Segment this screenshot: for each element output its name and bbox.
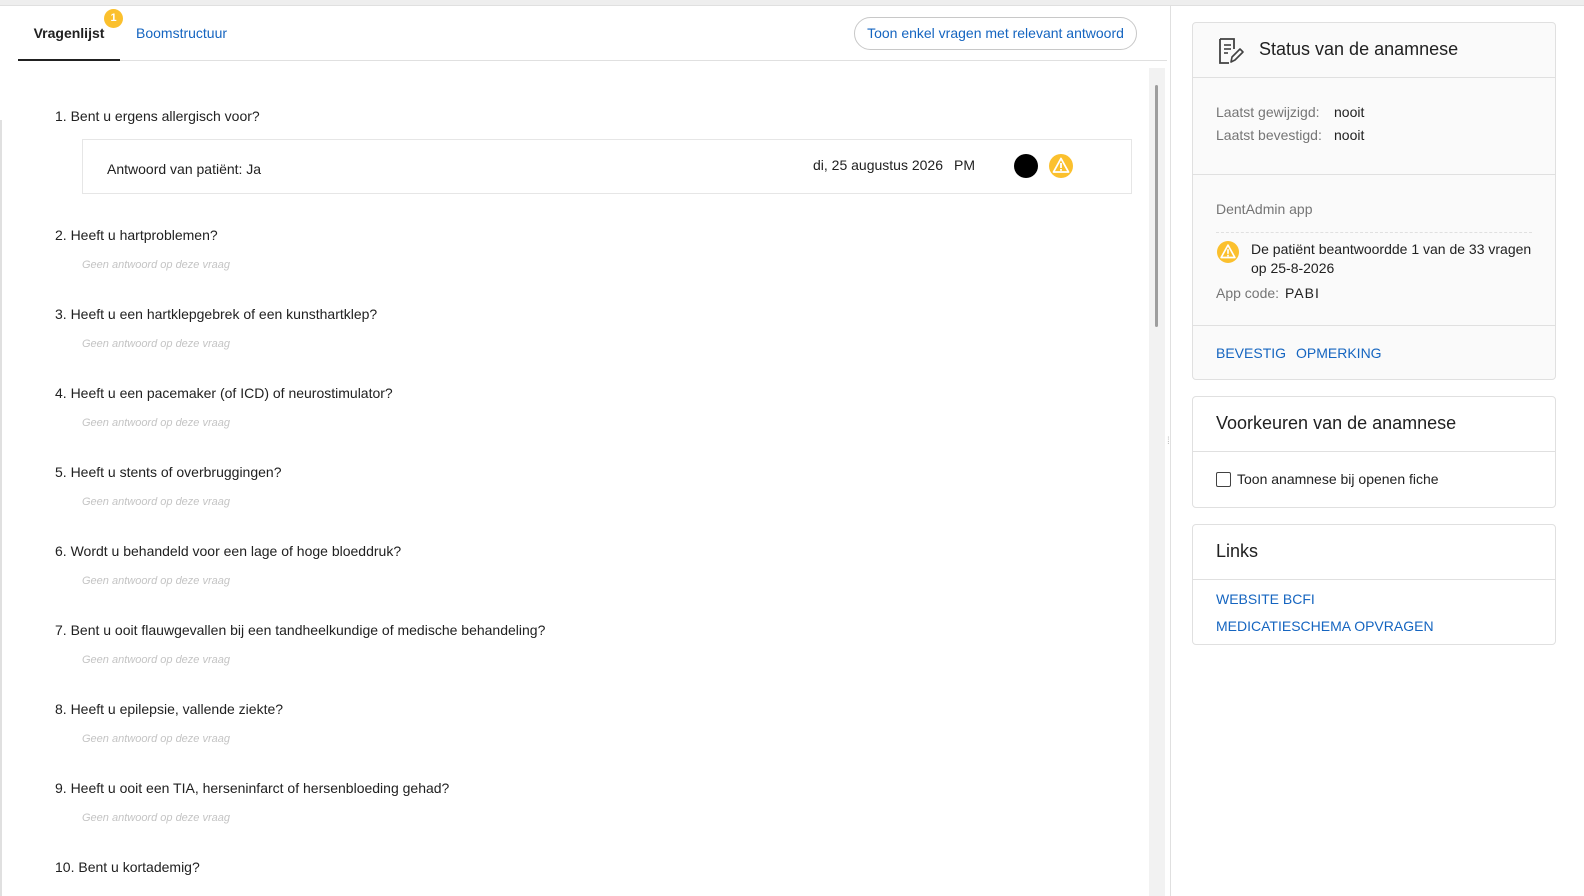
relevant-answers-filter-button[interactable]: Toon enkel vragen met relevant antwoord <box>854 17 1137 50</box>
notification-badge: 1 <box>104 9 123 28</box>
question-item: 3. Heeft u een hartklepgebrek of een kun… <box>55 306 378 322</box>
show-on-open-label: Toon anamnese bij openen fiche <box>1237 471 1439 487</box>
link-medication-schedule[interactable]: MEDICATIESCHEMA OPVRAGEN <box>1216 618 1434 634</box>
question-item: 8. Heeft u epilepsie, vallende ziekte? <box>55 701 284 717</box>
question-item: 6. Wordt u behandeld voor een lage of ho… <box>55 543 402 559</box>
answer-card[interactable]: Antwoord van patiënt: Ja di, 25 augustus… <box>82 139 1132 194</box>
last-modified-label: Laatst gewijzigd: <box>1216 104 1320 120</box>
show-on-open-preference[interactable]: Toon anamnese bij openen fiche <box>1216 471 1439 487</box>
dashed-divider <box>1216 232 1532 233</box>
no-answer-placeholder: Geen antwoord op deze vraag <box>82 812 230 824</box>
card-title: Status van de anamnese <box>1259 39 1459 59</box>
link-website-bcfi[interactable]: WEBSITE BCFI <box>1216 591 1315 607</box>
section-divider <box>1193 174 1555 175</box>
question-item: 10. Bent u kortademig? <box>55 859 200 875</box>
tab-boomstructuur[interactable]: Boomstructuur <box>136 6 227 61</box>
no-answer-placeholder: Geen antwoord op deze vraag <box>82 259 230 271</box>
pane-splitter-handle[interactable]: ⁞ <box>1167 436 1173 450</box>
answer-date: di, 25 augustus 2026 <box>813 157 943 173</box>
last-confirmed-value: nooit <box>1334 127 1365 143</box>
tab-bar: Vragenlijst 1 Boomstructuur Toon enkel v… <box>18 6 1167 61</box>
no-answer-placeholder: Geen antwoord op deze vraag <box>82 496 230 508</box>
card-header: Status van de anamnese <box>1193 23 1555 78</box>
card-header: Voorkeuren van de anamnese <box>1193 397 1555 452</box>
remark-button[interactable]: OPMERKING <box>1296 345 1382 361</box>
card-header: Links <box>1193 525 1555 580</box>
tab-vragenlijst[interactable]: Vragenlijst 1 <box>18 6 123 61</box>
card-title: Voorkeuren van de anamnese <box>1216 413 1457 433</box>
question-list[interactable]: 1. Bent u ergens allergisch voor? Antwoo… <box>0 62 1148 896</box>
no-answer-placeholder: Geen antwoord op deze vraag <box>82 417 230 429</box>
question-item: 2. Heeft u hartproblemen? <box>55 227 218 243</box>
answer-time-period: PM <box>954 157 975 173</box>
section-divider <box>1193 325 1555 326</box>
warning-icon <box>1217 241 1239 263</box>
question-item: 9. Heeft u ooit een TIA, herseninfarct o… <box>55 780 450 796</box>
last-confirmed-label: Laatst bevestigd: <box>1216 127 1322 143</box>
show-on-open-checkbox[interactable] <box>1216 471 1231 487</box>
tab-vragenlijst-label: Vragenlijst <box>33 25 105 41</box>
scrollbar-thumb[interactable] <box>1155 85 1158 327</box>
card-title: Links <box>1216 541 1259 561</box>
anamnesis-status-card: Status van de anamnese Laatst gewijzigd:… <box>1192 22 1556 380</box>
app-answer-summary: De patiënt beantwoordde 1 van de 33 vrag… <box>1251 241 1532 276</box>
question-item: 5. Heeft u stents of overbruggingen? <box>55 464 282 480</box>
status-dot-icon[interactable] <box>1014 154 1038 178</box>
app-code-value: PABI <box>1285 285 1320 301</box>
confirm-button[interactable]: BEVESTIG <box>1216 345 1286 361</box>
no-answer-placeholder: Geen antwoord op deze vraag <box>82 654 230 666</box>
no-answer-placeholder: Geen antwoord op deze vraag <box>82 338 230 350</box>
warning-icon[interactable] <box>1049 154 1073 178</box>
no-answer-placeholder: Geen antwoord op deze vraag <box>82 575 230 587</box>
question-item: 4. Heeft u een pacemaker (of ICD) of neu… <box>55 385 393 401</box>
no-answer-placeholder: Geen antwoord op deze vraag <box>82 733 230 745</box>
app-code-label: App code: <box>1216 285 1280 301</box>
links-card: Links WEBSITE BCFI MEDICATIESCHEMA OPVRA… <box>1192 524 1556 645</box>
last-modified-value: nooit <box>1334 104 1365 120</box>
document-edit-icon <box>1219 38 1244 64</box>
anamnesis-preferences-card: Voorkeuren van de anamnese Toon anamnese… <box>1192 396 1556 508</box>
question-item: 7. Bent u ooit flauwgevallen bij een tan… <box>55 622 546 638</box>
app-section-title: DentAdmin app <box>1216 201 1313 217</box>
questionnaire-pane: Vragenlijst 1 Boomstructuur Toon enkel v… <box>0 6 1171 896</box>
answer-text: Antwoord van patiënt: Ja <box>107 161 262 177</box>
question-item: 1. Bent u ergens allergisch voor? <box>55 108 260 124</box>
